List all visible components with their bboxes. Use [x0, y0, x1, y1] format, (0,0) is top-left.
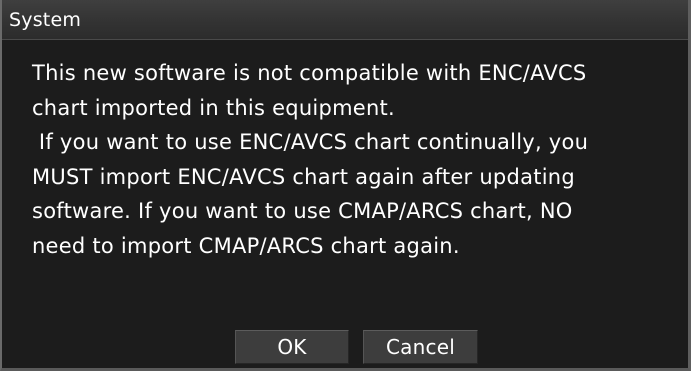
- message-line: This new software is not compatible with…: [32, 61, 587, 85]
- dialog-title: System: [9, 9, 82, 31]
- message-line: software. If you want to use CMAP/ARCS c…: [32, 199, 573, 223]
- cancel-button[interactable]: Cancel: [363, 330, 478, 364]
- message-line: If you want to use ENC/AVCS chart contin…: [32, 130, 589, 154]
- system-dialog: System This new software is not compatib…: [0, 0, 691, 371]
- dialog-titlebar: System: [2, 0, 688, 40]
- message-line: chart imported in this equipment.: [32, 95, 395, 120]
- message-line: need to import CMAP/ARCS chart again.: [32, 233, 460, 258]
- message-line: MUST import ENC/AVCS chart again after u…: [32, 164, 575, 189]
- ok-button[interactable]: OK: [235, 330, 349, 364]
- dialog-message: This new software is not compatible with…: [32, 56, 672, 263]
